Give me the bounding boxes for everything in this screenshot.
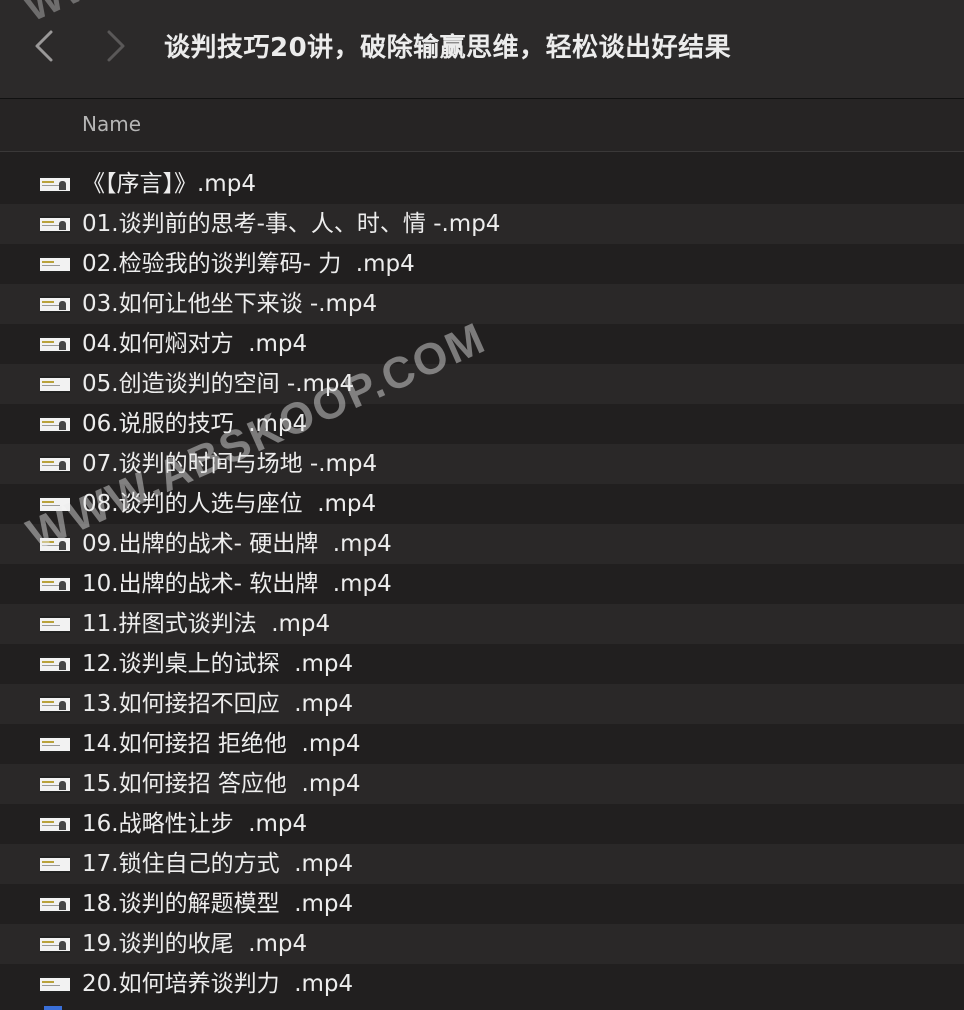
file-name: 15.如何接招 答应他 .mp4 [82,771,361,797]
video-thumbnail-icon [40,616,70,633]
next-row-thumbnail-edge [44,1006,62,1010]
file-name: 02.检验我的谈判筹码- 力 .mp4 [82,251,415,277]
forward-button[interactable] [96,26,136,66]
file-row[interactable]: 09.出牌的战术- 硬出牌 .mp4 [0,524,964,564]
file-name: 10.出牌的战术- 软出牌 .mp4 [82,571,392,597]
window-title: 谈判技巧20讲，破除输赢思维，轻松谈出好结果 [164,33,732,63]
file-name: 《【序言】》.mp4 [82,171,256,197]
video-thumbnail-icon [40,776,70,793]
finder-window: 谈判技巧20讲，破除输赢思维，轻松谈出好结果 Name 《【序言】》.mp4 01… [0,0,964,1010]
file-row[interactable]: 06.说服的技巧 .mp4 [0,404,964,444]
file-name: 07.谈判的时间与场地 -.mp4 [82,451,378,477]
title-bar: 谈判技巧20讲，破除输赢思维，轻松谈出好结果 [0,0,964,99]
video-thumbnail-icon [40,256,70,273]
file-row[interactable]: 19.谈判的收尾 .mp4 [0,924,964,964]
file-row[interactable]: 20.如何培养谈判力 .mp4 [0,964,964,1004]
video-thumbnail-icon [40,576,70,593]
file-name: 12.谈判桌上的试探 .mp4 [82,651,354,677]
file-list: 《【序言】》.mp4 01.谈判前的思考-事、人、时、情 -.mp4 02.检验我的… [0,164,964,1004]
video-thumbnail-icon [40,976,70,993]
video-thumbnail-icon [40,696,70,713]
chevron-left-icon [35,30,53,62]
file-name: 17.锁住自己的方式 .mp4 [82,851,354,877]
file-row[interactable]: 14.如何接招 拒绝他 .mp4 [0,724,964,764]
file-name: 14.如何接招 拒绝他 .mp4 [82,731,361,757]
file-row[interactable]: 18.谈判的解题模型 .mp4 [0,884,964,924]
file-row[interactable]: 01.谈判前的思考-事、人、时、情 -.mp4 [0,204,964,244]
file-row[interactable]: 03.如何让他坐下来谈 -.mp4 [0,284,964,324]
file-row[interactable]: 04.如何焖对方 .mp4 [0,324,964,364]
file-name: 09.出牌的战术- 硬出牌 .mp4 [82,531,392,557]
video-thumbnail-icon [40,176,70,193]
video-thumbnail-icon [40,936,70,953]
video-thumbnail-icon [40,496,70,513]
video-thumbnail-icon [40,816,70,833]
file-row[interactable]: 02.检验我的谈判筹码- 力 .mp4 [0,244,964,284]
file-row[interactable]: 05.创造谈判的空间 -.mp4 [0,364,964,404]
file-name: 19.谈判的收尾 .mp4 [82,931,308,957]
file-name: 01.谈判前的思考-事、人、时、情 -.mp4 [82,211,501,237]
video-thumbnail-icon [40,376,70,393]
video-thumbnail-icon [40,536,70,553]
file-name: 18.谈判的解题模型 .mp4 [82,891,354,917]
chevron-right-icon [107,30,125,62]
column-header: Name [0,99,964,152]
file-name: 05.创造谈判的空间 -.mp4 [82,371,355,397]
file-name: 06.说服的技巧 .mp4 [82,411,308,437]
file-name: 03.如何让他坐下来谈 -.mp4 [82,291,378,317]
video-thumbnail-icon [40,656,70,673]
file-row[interactable]: 16.战略性让步 .mp4 [0,804,964,844]
file-row[interactable]: 10.出牌的战术- 软出牌 .mp4 [0,564,964,604]
video-thumbnail-icon [40,416,70,433]
video-thumbnail-icon [40,856,70,873]
file-name: 04.如何焖对方 .mp4 [82,331,308,357]
file-row[interactable]: 08.谈判的人选与座位 .mp4 [0,484,964,524]
name-column-header[interactable]: Name [82,111,141,137]
video-thumbnail-icon [40,296,70,313]
video-thumbnail-icon [40,336,70,353]
file-row[interactable]: 12.谈判桌上的试探 .mp4 [0,644,964,684]
file-name: 08.谈判的人选与座位 .mp4 [82,491,377,517]
file-name: 20.如何培养谈判力 .mp4 [82,971,354,997]
file-name: 11.拼图式谈判法 .mp4 [82,611,331,637]
file-name: 13.如何接招不回应 .mp4 [82,691,354,717]
video-thumbnail-icon [40,456,70,473]
file-row[interactable]: 07.谈判的时间与场地 -.mp4 [0,444,964,484]
file-row[interactable]: 13.如何接招不回应 .mp4 [0,684,964,724]
file-name: 16.战略性让步 .mp4 [82,811,308,837]
video-thumbnail-icon [40,216,70,233]
video-thumbnail-icon [40,896,70,913]
file-row[interactable]: 《【序言】》.mp4 [0,164,964,204]
file-row[interactable]: 11.拼图式谈判法 .mp4 [0,604,964,644]
file-row[interactable]: 15.如何接招 答应他 .mp4 [0,764,964,804]
video-thumbnail-icon [40,736,70,753]
back-button[interactable] [24,26,64,66]
file-row[interactable]: 17.锁住自己的方式 .mp4 [0,844,964,884]
